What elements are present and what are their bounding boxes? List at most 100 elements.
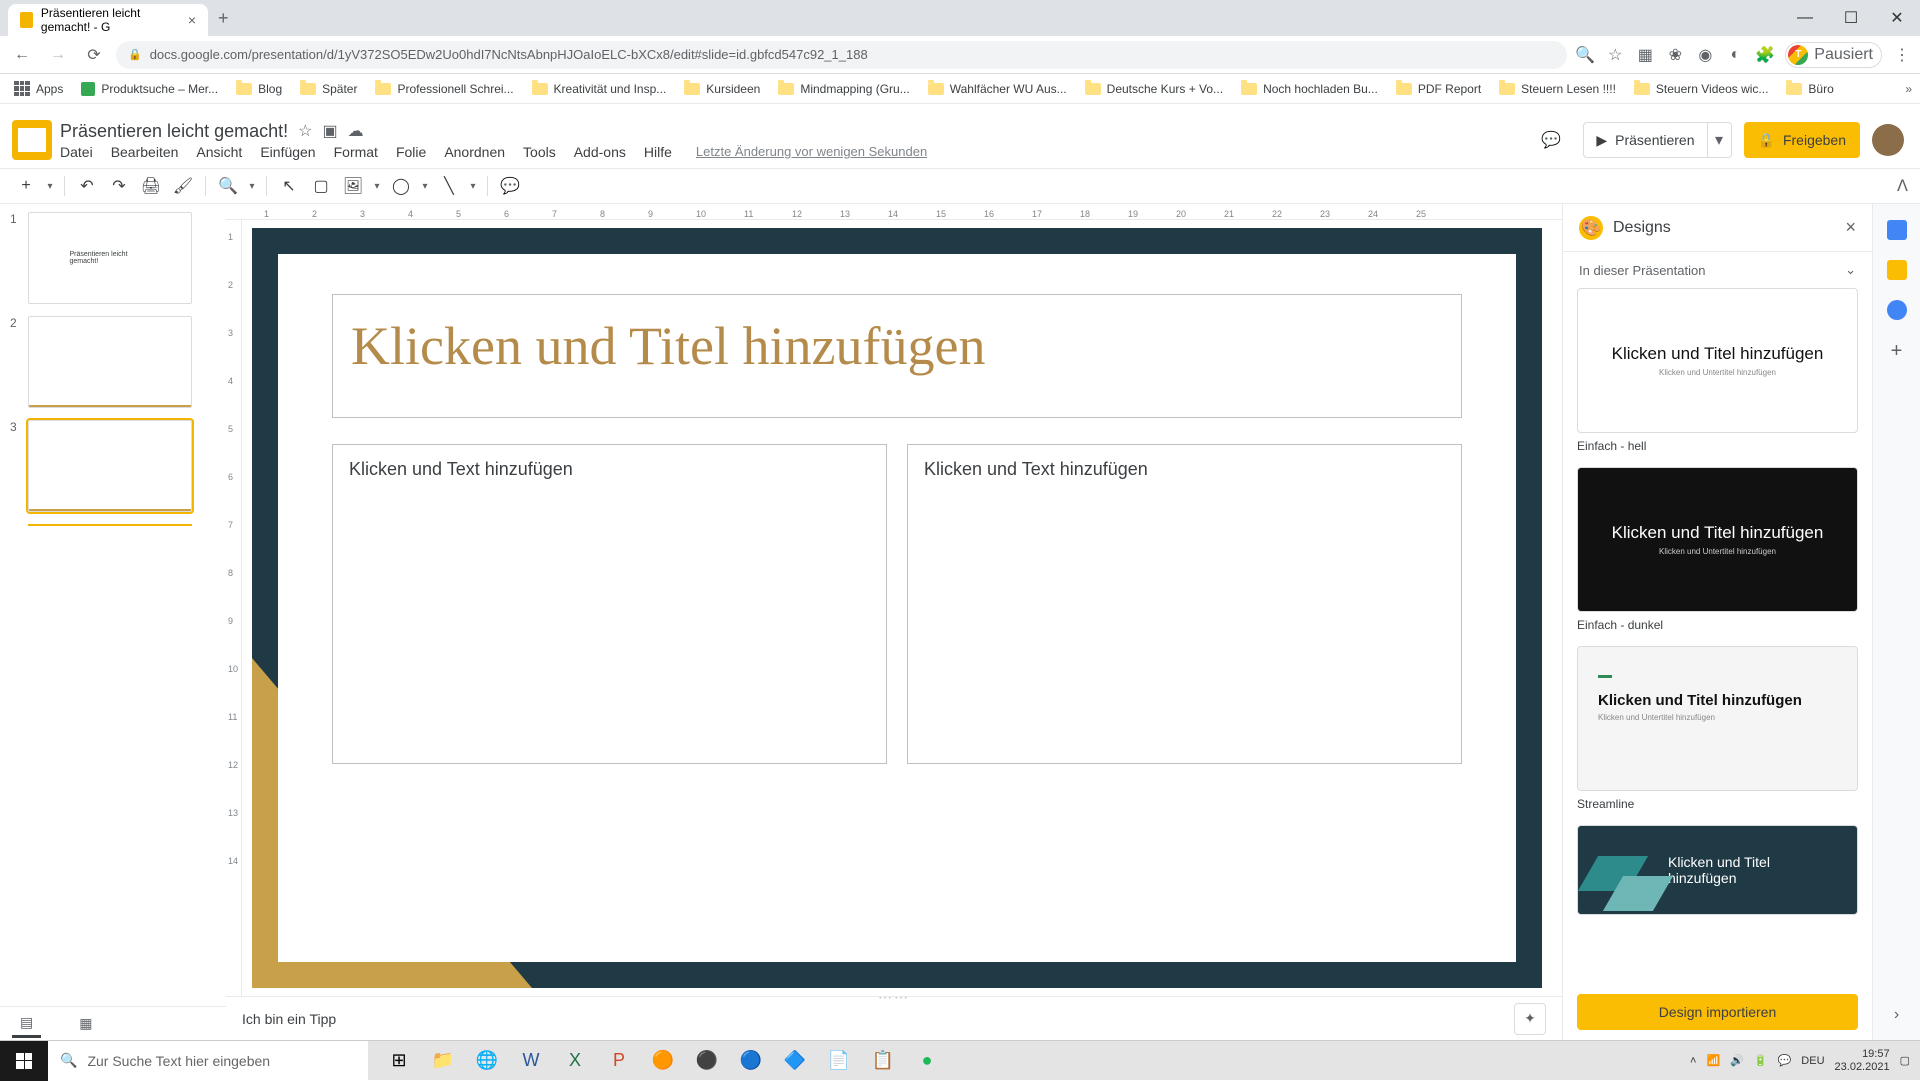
print-button[interactable]: 🖨 xyxy=(137,172,165,200)
filmstrip-view-icon[interactable]: ▤ xyxy=(12,1010,41,1038)
wifi-icon[interactable]: 📶 xyxy=(1706,1054,1720,1067)
chrome-icon[interactable]: 🔵 xyxy=(730,1041,772,1081)
qr-icon[interactable]: ▦ xyxy=(1635,45,1655,65)
bookmark-item[interactable]: Mindmapping (Gru... xyxy=(772,78,915,100)
horizontal-ruler[interactable]: 1234567891011121314151617181920212223242… xyxy=(226,204,1562,220)
menu-hilfe[interactable]: Hilfe xyxy=(644,144,672,160)
design-card-light[interactable]: Klicken und Titel hinzufügen Klicken und… xyxy=(1577,288,1858,433)
resize-grip-icon[interactable]: ⋯⋯ xyxy=(878,989,910,1006)
slide-thumbnail-2[interactable] xyxy=(28,316,192,408)
explorer-icon[interactable]: 📁 xyxy=(422,1041,464,1081)
star-icon[interactable]: ☆ xyxy=(1605,45,1625,65)
keep-icon[interactable] xyxy=(1887,260,1907,280)
design-card-focus[interactable]: Klicken und Titel hinzufügen xyxy=(1577,825,1858,915)
bookmarks-overflow[interactable]: » xyxy=(1905,82,1912,96)
menu-addons[interactable]: Add-ons xyxy=(574,144,626,160)
bookmark-item[interactable]: Steuern Lesen !!!! xyxy=(1493,78,1622,100)
battery-icon[interactable]: 🔋 xyxy=(1754,1054,1768,1067)
extension-icon[interactable]: ❀ xyxy=(1665,45,1685,65)
line-dropdown[interactable]: ▾ xyxy=(467,181,479,192)
image-tool[interactable]: 🖼 xyxy=(339,172,367,200)
design-card-streamline[interactable]: Klicken und Titel hinzufügen Klicken und… xyxy=(1577,646,1858,791)
chrome-menu-icon[interactable]: ⋮ xyxy=(1892,45,1912,65)
extensions-menu-icon[interactable]: 🧩 xyxy=(1755,45,1775,65)
tasks-icon[interactable] xyxy=(1887,300,1907,320)
volume-icon[interactable]: 🔊 xyxy=(1730,1054,1744,1067)
document-title[interactable]: Präsentieren leicht gemacht! xyxy=(60,121,288,142)
spotify-icon[interactable]: ● xyxy=(906,1041,948,1081)
add-addon-icon[interactable]: + xyxy=(1891,340,1903,363)
bookmark-item[interactable]: Produktsuche – Mer... xyxy=(75,78,224,100)
menu-tools[interactable]: Tools xyxy=(523,144,556,160)
share-button[interactable]: 🔒 Freigeben xyxy=(1744,122,1860,158)
bookmark-item[interactable]: Deutsche Kurs + Vo... xyxy=(1079,78,1229,100)
zoom-button[interactable]: 🔍 xyxy=(214,172,242,200)
body-placeholder-right[interactable]: Klicken und Text hinzufügen xyxy=(907,444,1462,764)
address-bar[interactable]: 🔒 docs.google.com/presentation/d/1yV372S… xyxy=(116,41,1567,69)
bookmark-item[interactable]: Kreativität und Insp... xyxy=(526,78,673,100)
start-button[interactable] xyxy=(0,1041,48,1081)
bookmark-item[interactable]: PDF Report xyxy=(1390,78,1487,100)
shape-dropdown[interactable]: ▾ xyxy=(419,181,431,192)
slide-canvas[interactable]: Klicken und Titel hinzufügen Klicken und… xyxy=(252,228,1542,988)
collapse-toolbar-icon[interactable]: ᐱ xyxy=(1897,176,1908,196)
title-placeholder[interactable]: Klicken und Titel hinzufügen xyxy=(332,294,1462,418)
comments-button[interactable]: 💬 xyxy=(1531,120,1571,160)
bookmark-item[interactable]: Später xyxy=(294,78,363,100)
browser-tab[interactable]: Präsentieren leicht gemacht! - G × xyxy=(8,4,208,36)
bookmark-item[interactable]: Wahlfächer WU Aus... xyxy=(922,78,1073,100)
move-document-icon[interactable]: ▣ xyxy=(322,121,337,141)
bookmark-item[interactable]: Steuern Videos wic... xyxy=(1628,78,1775,100)
line-tool[interactable]: ╲ xyxy=(435,172,463,200)
edge2-icon[interactable]: 🔷 xyxy=(774,1041,816,1081)
word-icon[interactable]: W xyxy=(510,1041,552,1081)
powerpoint-icon[interactable]: P xyxy=(598,1041,640,1081)
action-center-icon[interactable]: ▢ xyxy=(1900,1054,1910,1067)
minimize-button[interactable]: — xyxy=(1782,2,1828,34)
redo-button[interactable]: ↷ xyxy=(105,172,133,200)
slide-thumbnail-3[interactable] xyxy=(28,420,192,512)
close-panel-icon[interactable]: × xyxy=(1845,217,1856,238)
new-slide-dropdown[interactable]: ▾ xyxy=(44,181,56,192)
grid-view-icon[interactable]: ▦ xyxy=(71,1011,100,1036)
bookmark-item[interactable]: Büro xyxy=(1780,78,1839,100)
clock[interactable]: 19:57 23.02.2021 xyxy=(1835,1048,1890,1074)
menu-datei[interactable]: Datei xyxy=(60,144,93,160)
extension-icon-2[interactable]: ◉ xyxy=(1695,45,1715,65)
present-button[interactable]: ▶ Präsentieren xyxy=(1583,122,1707,158)
design-card-dark[interactable]: Klicken und Titel hinzufügen Klicken und… xyxy=(1577,467,1858,612)
menu-ansicht[interactable]: Ansicht xyxy=(196,144,242,160)
language-indicator[interactable]: DEU xyxy=(1801,1055,1824,1067)
task-view-icon[interactable]: ⊞ xyxy=(378,1041,420,1081)
apps-button[interactable]: Apps xyxy=(8,77,69,101)
image-dropdown[interactable]: ▾ xyxy=(371,181,383,192)
import-design-button[interactable]: Design importieren xyxy=(1577,994,1858,1030)
shape-tool[interactable]: ◯ xyxy=(387,172,415,200)
back-button[interactable]: ← xyxy=(8,41,36,69)
zoom-icon[interactable]: 🔍 xyxy=(1575,45,1595,65)
close-window-button[interactable]: ✕ xyxy=(1874,2,1920,34)
profile-chip[interactable]: T Pausiert xyxy=(1785,42,1882,68)
explore-button[interactable]: ✦ xyxy=(1514,1003,1546,1035)
menu-folie[interactable]: Folie xyxy=(396,144,426,160)
cloud-status-icon[interactable]: ☁ xyxy=(348,121,364,141)
paint-format-button[interactable]: 🖌 xyxy=(169,172,197,200)
bookmark-item[interactable]: Noch hochladen Bu... xyxy=(1235,78,1384,100)
new-slide-button[interactable]: + xyxy=(12,172,40,200)
select-tool[interactable]: ↖ xyxy=(275,172,303,200)
textbox-tool[interactable]: ▢ xyxy=(307,172,335,200)
taskbar-search[interactable]: 🔍 Zur Suche Text hier eingeben xyxy=(48,1041,368,1081)
slides-logo-icon[interactable] xyxy=(12,120,52,160)
obs-icon[interactable]: ⚫ xyxy=(686,1041,728,1081)
forward-button[interactable]: → xyxy=(44,41,72,69)
tray-expand-icon[interactable]: ˄ xyxy=(1690,1055,1696,1067)
slide-thumbnail-1[interactable]: Präsentieren leicht gemacht! xyxy=(28,212,192,304)
menu-bearbeiten[interactable]: Bearbeiten xyxy=(111,144,179,160)
speaker-notes[interactable]: ⋯⋯ Ich bin ein Tipp ✦ xyxy=(226,996,1562,1040)
excel-icon[interactable]: X xyxy=(554,1041,596,1081)
account-avatar[interactable] xyxy=(1872,124,1904,156)
new-tab-button[interactable]: + xyxy=(218,8,229,29)
app-icon-3[interactable]: 📋 xyxy=(862,1041,904,1081)
star-document-icon[interactable]: ☆ xyxy=(298,121,312,141)
bookmark-item[interactable]: Kursideen xyxy=(678,78,766,100)
